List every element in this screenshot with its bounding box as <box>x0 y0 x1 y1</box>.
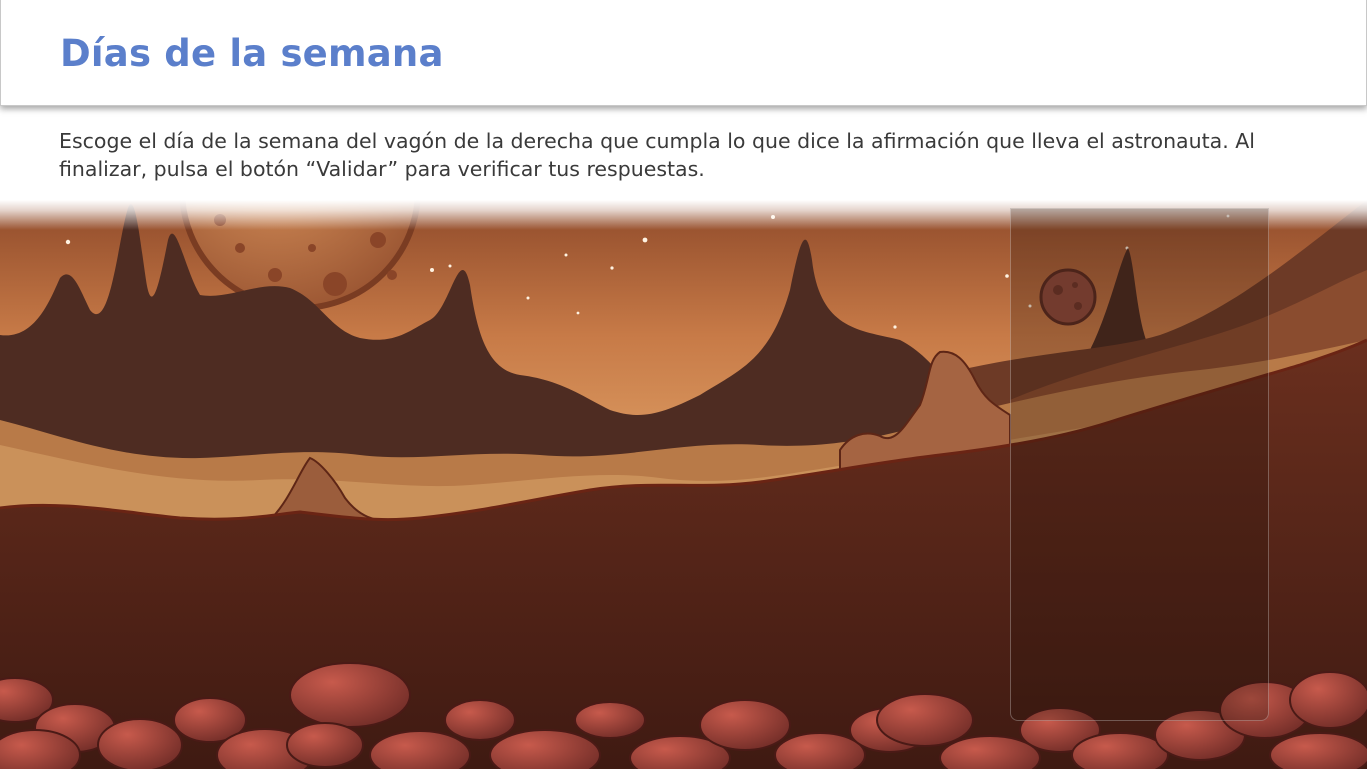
instructions-text: Escoge el día de la semana del vagón de … <box>59 129 1255 181</box>
title-bar: Días de la semana <box>0 0 1367 106</box>
wagon-panel <box>1010 208 1269 721</box>
page-title: Días de la semana <box>60 32 444 75</box>
